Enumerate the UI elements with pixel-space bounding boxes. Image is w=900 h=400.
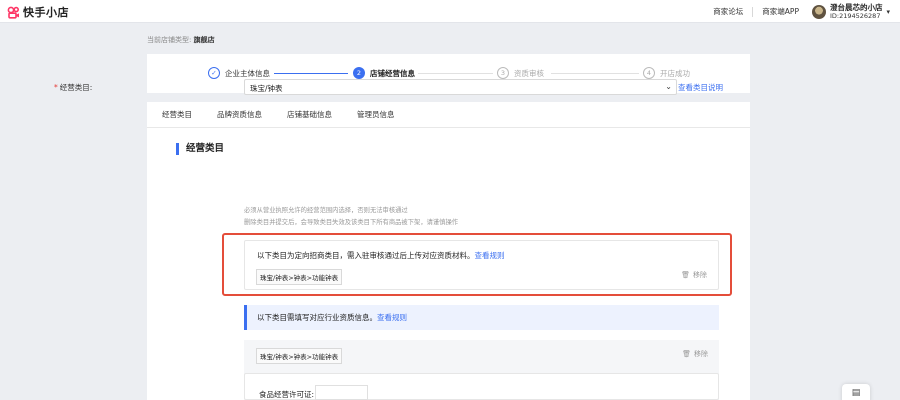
highlight-frame <box>222 233 732 296</box>
step-label: 企业主体信息 <box>225 68 270 78</box>
brand-logo[interactable]: 快手小店 <box>7 4 69 20</box>
step-number: 3 <box>497 67 509 79</box>
merchant-app-link[interactable]: 商家端APP <box>753 7 808 17</box>
avatar <box>811 4 826 19</box>
category-select-value: 珠宝/钟表 <box>250 84 283 93</box>
kuaishou-logo-icon <box>7 6 19 19</box>
remove-label: 移除 <box>694 350 708 358</box>
trash-icon: 🗑 <box>682 350 691 358</box>
step-store-opened: 4 开店成功 <box>643 67 690 79</box>
food-license-label: 食品经营许可证: <box>259 390 315 399</box>
tab-category[interactable]: 经营类目 <box>162 109 192 120</box>
view-rules-link[interactable]: 查看规则 <box>377 313 407 322</box>
category-hint-1: 必须从营业执照允许的经营范围内选择，否则无法审核通过 <box>244 207 408 214</box>
required-mark: * <box>54 83 58 92</box>
store-type: 当前店铺类型: 旗舰店 <box>147 35 215 45</box>
caret-down-icon: ▾ <box>886 7 890 16</box>
chevron-down-icon: ⌄ <box>665 82 672 91</box>
top-links: 商家论坛 商家端APP 澄台晨芯的小店 ID:2194526287 ▾ <box>704 0 900 23</box>
section-title: 经营类目 <box>176 143 224 155</box>
step-label: 开店成功 <box>660 68 690 78</box>
top-bar: 快手小店 商家论坛 商家端APP 澄台晨芯的小店 ID:2194526287 ▾ <box>0 0 900 23</box>
step-label: 资质审核 <box>514 68 544 78</box>
category-label: * 经营类目: <box>54 82 92 93</box>
category-tag: 珠宝/钟表>钟表>功能钟表 <box>256 348 343 364</box>
store-type-value: 旗舰店 <box>193 36 215 44</box>
check-icon: ✓ <box>208 67 220 79</box>
category-label-text: 经营类目: <box>59 83 93 92</box>
forum-link[interactable]: 商家论坛 <box>704 6 754 17</box>
tab-admin[interactable]: 管理员信息 <box>357 109 395 120</box>
step-label: 店铺经营信息 <box>370 68 415 78</box>
industry-qualification-notice: 以下类目需填写对应行业资质信息。查看规则 <box>244 305 719 330</box>
step-connector <box>274 73 348 74</box>
feedback-button[interactable]: ▤ <box>842 384 870 400</box>
category-select[interactable]: 珠宝/钟表 ⌄ <box>244 79 677 95</box>
remove-button[interactable]: 🗑 移除 <box>682 349 708 359</box>
section-tabs: 经营类目 品牌资质信息 店铺基础信息 管理员信息 <box>147 102 750 128</box>
notice-message: 以下类目需填写对应行业资质信息。 <box>257 313 377 322</box>
step-connector <box>418 73 493 74</box>
step-qualification-review: 3 资质审核 <box>497 67 544 79</box>
tab-store-basic[interactable]: 店铺基础信息 <box>287 109 332 120</box>
user-id: ID:2194526287 <box>829 11 881 20</box>
feedback-icon: ▤ <box>851 388 861 398</box>
user-menu[interactable]: 澄台晨芯的小店 ID:2194526287 ▾ <box>811 2 890 21</box>
step-number: 2 <box>353 67 365 79</box>
category-info-link[interactable]: 查看类目说明 <box>678 82 723 93</box>
step-company-info: ✓ 企业主体信息 <box>208 67 270 79</box>
store-type-label: 当前店铺类型: <box>147 36 192 44</box>
tab-brand-qualification[interactable]: 品牌资质信息 <box>217 109 262 120</box>
step-store-info: 2 店铺经营信息 <box>353 67 415 79</box>
food-license-input[interactable] <box>315 385 368 400</box>
step-connector <box>551 73 639 74</box>
brand-name: 快手小店 <box>23 6 69 19</box>
notice-text: 以下类目需填写对应行业资质信息。查看规则 <box>257 312 407 323</box>
step-number: 4 <box>643 67 655 79</box>
category-hint-2: 删除类目并提交后，会导致类目失效及该类目下所有商品被下架，请谨慎操作 <box>244 219 459 226</box>
food-license-row: 食品经营许可证: <box>244 373 719 400</box>
user-name: 澄台晨芯的小店 <box>829 2 883 12</box>
